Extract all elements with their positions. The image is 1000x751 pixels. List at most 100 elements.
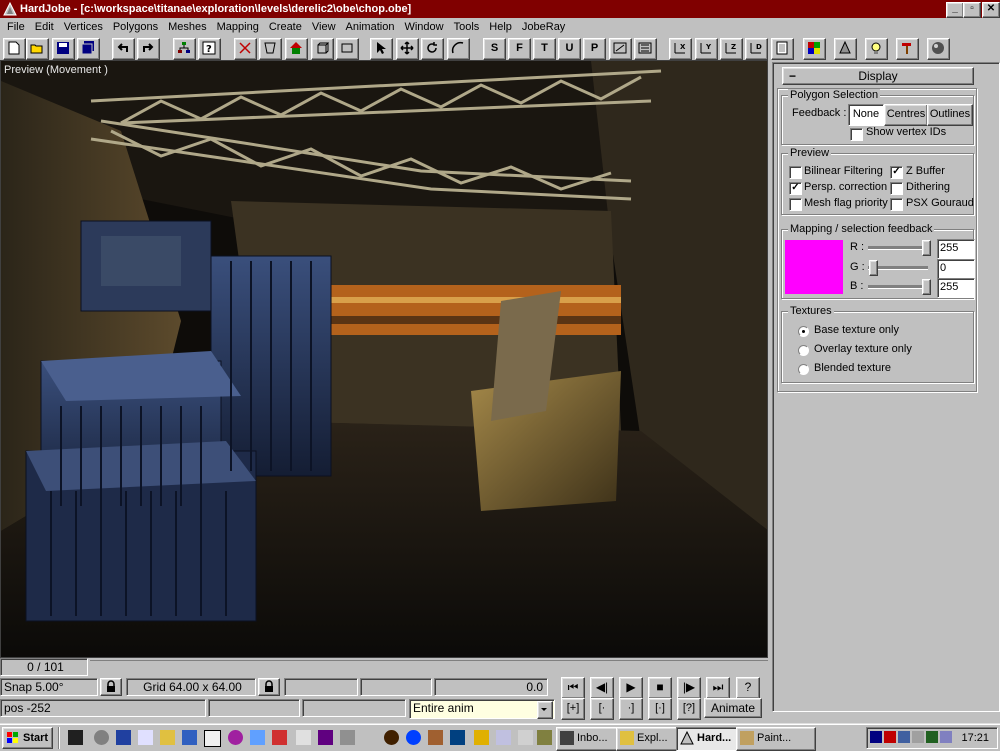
add-key-button[interactable]: [+] — [561, 698, 585, 720]
go-to-end-button[interactable]: ⏭ — [706, 677, 730, 699]
animate-button[interactable]: Animate — [704, 698, 762, 718]
menu-meshes[interactable]: Meshes — [163, 19, 212, 35]
axis-local-button[interactable]: D — [745, 38, 768, 60]
grid-lock-button[interactable] — [258, 678, 280, 696]
notes-button[interactable] — [771, 38, 794, 60]
quicklaunch-document-icon[interactable] — [496, 730, 511, 745]
quicklaunch-pen-icon[interactable] — [296, 730, 311, 745]
menu-edit[interactable]: Edit — [30, 19, 59, 35]
quicklaunch-notepad-icon[interactable] — [204, 730, 221, 747]
next-key-button[interactable]: ·] — [619, 698, 643, 720]
tray-display-icon[interactable] — [898, 731, 910, 743]
view-u-button[interactable]: U — [558, 38, 581, 60]
previous-key-button[interactable]: [· — [590, 698, 614, 720]
blue-value-field[interactable]: 255 — [937, 278, 975, 298]
lights-button[interactable] — [865, 38, 888, 60]
quicklaunch-box-icon[interactable] — [428, 730, 443, 745]
house-tool-button[interactable] — [285, 38, 308, 60]
close-button[interactable]: ✕ — [982, 2, 1000, 18]
clock[interactable]: 17:21 — [961, 728, 989, 748]
quicklaunch-picture-icon[interactable] — [250, 730, 265, 745]
new-file-button[interactable] — [3, 38, 26, 60]
hammer-tool-button[interactable] — [896, 38, 919, 60]
quicklaunch-desktop-icon[interactable] — [68, 730, 83, 745]
blue-slider-track[interactable] — [868, 285, 928, 289]
tray-extra-icon[interactable] — [940, 731, 952, 743]
rotate-tool-button[interactable] — [421, 38, 444, 60]
cone-tool-button[interactable] — [834, 38, 857, 60]
title-bar[interactable]: HardJobe - [c:\workspace\titanae\explora… — [0, 0, 1000, 18]
view-top-button[interactable]: T — [533, 38, 556, 60]
save-all-button[interactable] — [77, 38, 100, 60]
texture-browser-button[interactable] — [803, 38, 826, 60]
zoom-all-button[interactable] — [634, 38, 657, 60]
anim-range-select[interactable]: Entire anim — [409, 699, 555, 719]
red-slider-track[interactable] — [868, 246, 928, 250]
stop-button[interactable]: ■ — [648, 677, 672, 699]
bilinear-filtering-checkbox[interactable] — [789, 166, 802, 179]
draw-line-button[interactable] — [234, 38, 257, 60]
select-tool-button[interactable] — [370, 38, 393, 60]
menu-tools[interactable]: Tools — [449, 19, 485, 35]
quicklaunch-disk-icon[interactable] — [94, 730, 109, 745]
quicklaunch-media-icon[interactable] — [318, 730, 333, 745]
minimize-button[interactable]: _ — [946, 2, 964, 18]
hardjobe-app-icon[interactable] — [3, 2, 17, 16]
start-button[interactable]: Start — [2, 727, 53, 749]
mesh-flag-priority-checkbox[interactable] — [789, 198, 802, 211]
red-slider-thumb[interactable] — [922, 240, 931, 256]
tray-monitor-icon[interactable] — [926, 731, 938, 743]
hierarchy-button[interactable] — [173, 38, 196, 60]
menu-animation[interactable]: Animation — [341, 19, 400, 35]
tray-shield-icon[interactable] — [884, 731, 896, 743]
dithering-checkbox[interactable] — [890, 182, 903, 195]
play-button[interactable]: ▶ — [619, 677, 643, 699]
tray-network-icon[interactable] — [870, 731, 882, 743]
menu-help[interactable]: Help — [484, 19, 517, 35]
feedback-centres-button[interactable]: Centres — [884, 104, 928, 126]
view-front-button[interactable]: F — [508, 38, 531, 60]
persp-correction-checkbox[interactable]: ✓ — [789, 182, 802, 195]
zoom-extents-button[interactable] — [609, 38, 632, 60]
view-preview-button[interactable]: P — [583, 38, 606, 60]
box-tool-button[interactable] — [311, 38, 334, 60]
quicklaunch-misc-icon[interactable] — [537, 730, 552, 745]
draw-polygon-button[interactable] — [259, 38, 282, 60]
menu-vertices[interactable]: Vertices — [59, 19, 108, 35]
dropdown-arrow-button[interactable] — [537, 701, 553, 719]
menu-create[interactable]: Create — [264, 19, 307, 35]
undo-button[interactable] — [112, 38, 135, 60]
view-side-button[interactable]: S — [483, 38, 506, 60]
quicklaunch-explorer-icon[interactable] — [116, 730, 131, 745]
timeline-track[interactable] — [90, 660, 768, 676]
quicklaunch-eye-icon[interactable] — [384, 730, 399, 745]
restore-button[interactable]: ▫ — [963, 2, 981, 18]
green-slider-thumb[interactable] — [869, 260, 878, 276]
quicklaunch-monitor-icon[interactable] — [450, 730, 465, 745]
display-rollout-header[interactable]: − Display — [782, 67, 974, 85]
feedback-outlines-button[interactable]: Outlines — [927, 104, 973, 126]
axis-x-button[interactable]: X — [669, 38, 692, 60]
preview-viewport[interactable]: Preview (Movement ) — [0, 60, 768, 658]
axis-z-button[interactable]: Z — [720, 38, 743, 60]
quicklaunch-person-icon[interactable] — [474, 730, 489, 745]
base-texture-radio[interactable] — [798, 326, 809, 337]
next-frame-button[interactable]: |▶ — [677, 677, 701, 699]
quicklaunch-word-icon[interactable] — [182, 730, 197, 745]
context-help-button[interactable]: ? — [198, 38, 221, 60]
overlay-texture-radio[interactable] — [798, 345, 809, 356]
feedback-none-button[interactable]: None — [848, 104, 884, 126]
quicklaunch-plugin-icon[interactable] — [340, 730, 355, 745]
save-button[interactable] — [52, 38, 75, 60]
axis-y-button[interactable]: Y — [695, 38, 718, 60]
menu-view[interactable]: View — [307, 19, 341, 35]
go-to-start-button[interactable]: ⏮ — [561, 677, 585, 699]
quicklaunch-scan-icon[interactable] — [518, 730, 533, 745]
sphere-tool-button[interactable] — [927, 38, 950, 60]
red-value-field[interactable]: 255 — [937, 239, 975, 259]
quicklaunch-tools-icon[interactable] — [160, 730, 175, 745]
quicklaunch-pdf-icon[interactable] — [272, 730, 287, 745]
menu-polygons[interactable]: Polygons — [108, 19, 163, 35]
task-paint[interactable]: Paint... — [736, 727, 816, 751]
z-buffer-checkbox[interactable]: ✓ — [890, 166, 903, 179]
